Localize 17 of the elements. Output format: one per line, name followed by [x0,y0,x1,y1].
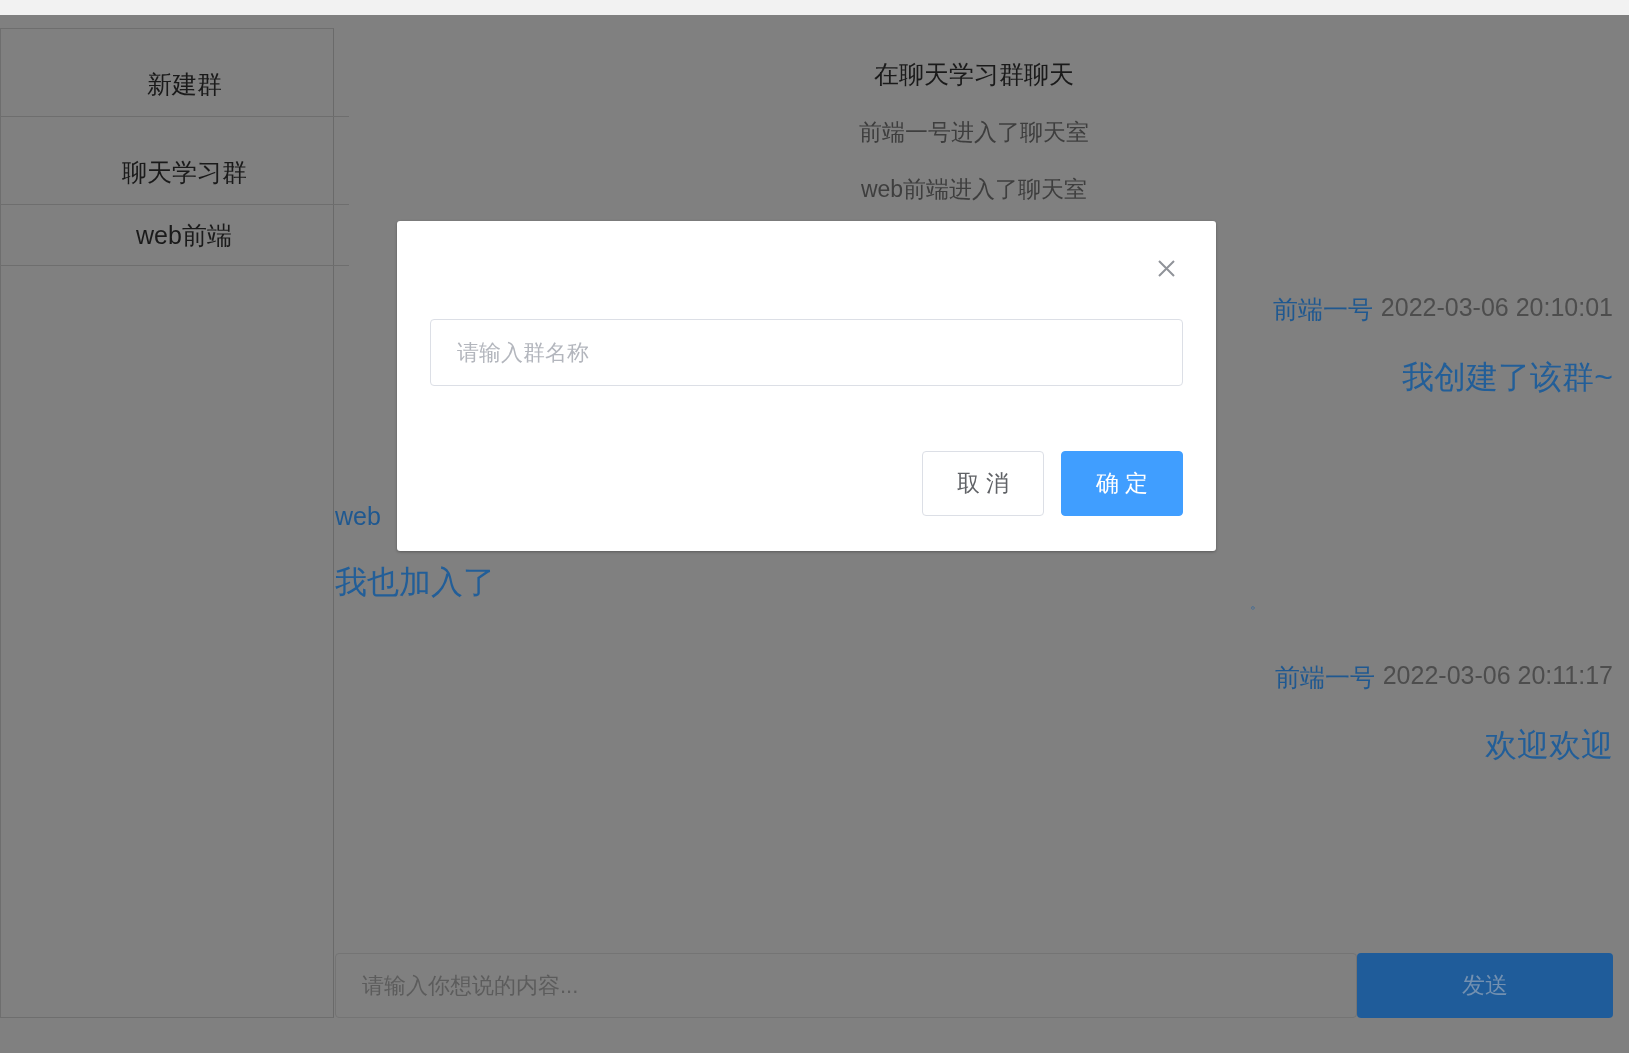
confirm-button[interactable]: 确 定 [1061,451,1183,516]
sidebar-item[interactable]: web前端 [1,205,349,266]
sidebar-item[interactable]: 新建群 [1,29,349,117]
sender-name: 前端一号 [1272,294,1373,325]
message-text: 欢迎欢迎 [1485,726,1613,765]
cancel-button[interactable]: 取 消 [922,451,1044,516]
sidebar-item[interactable]: 聊天学习群 [1,117,349,205]
message-text: 我创建了该群~ [1402,358,1613,397]
group-name-input[interactable]: 请输入群名称 [430,319,1183,386]
message-text: 。 [1250,595,1264,613]
sender-name: 前端一号 [1274,662,1375,693]
close-icon[interactable] [1158,260,1175,277]
sender-name: web [335,502,381,531]
system-message: web前端进入了聊天室 [860,175,1088,204]
chat-title: 在聊天学习群聊天 [874,59,1074,90]
message-text: 我也加入了 [335,563,495,602]
system-message: 前端一号进入了聊天室 [859,118,1089,147]
